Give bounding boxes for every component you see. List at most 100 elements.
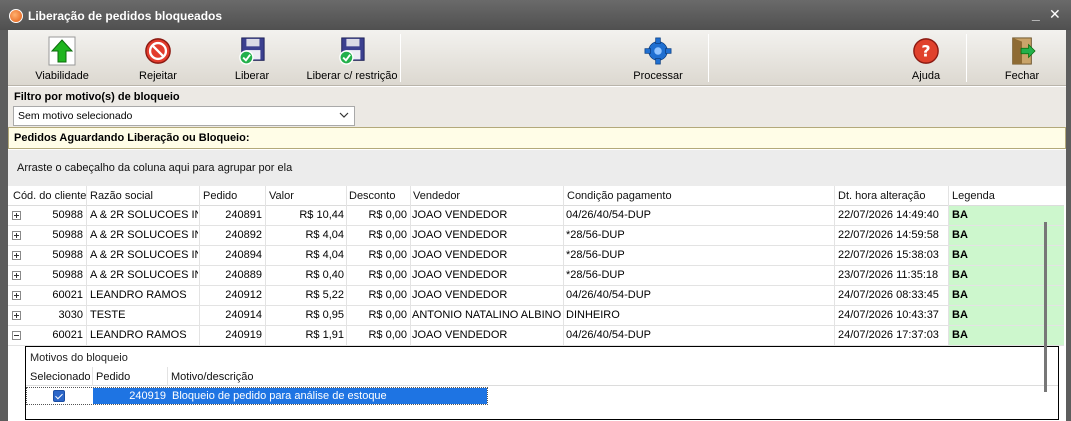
window-title: Liberação de pedidos bloqueados: [28, 9, 223, 23]
help-question-icon: ?: [913, 38, 939, 64]
reject-no-entry-icon: [145, 38, 171, 64]
valor-cell: R$ 4,04: [305, 229, 344, 241]
liberar-restricao-button[interactable]: Liberar c/ restrição: [302, 34, 402, 84]
detail-title: Motivos do bloqueio: [30, 352, 128, 364]
collapse-icon[interactable]: [12, 331, 21, 340]
detail-row[interactable]: 240919 Bloqueio de pedido para análise d…: [26, 387, 488, 405]
cliente-cell: 60021: [52, 329, 83, 341]
app-window: Liberação de pedidos bloqueados _ ✕ Viab…: [0, 0, 1071, 421]
column-divider: [834, 286, 835, 306]
expand-icon[interactable]: [12, 251, 21, 260]
column-divider: [563, 206, 564, 226]
column-divider: [199, 266, 200, 286]
expand-icon[interactable]: [12, 271, 21, 280]
table-row[interactable]: 3030 TESTE 240914 R$ 0,95 R$ 0,00 ANTONIO NAT…: [8, 306, 1064, 326]
rejeitar-label: Rejeitar: [139, 70, 177, 82]
column-divider: [410, 266, 411, 286]
column-divider: [265, 206, 266, 226]
cliente-cell: 3030: [58, 309, 83, 321]
vendedor-cell: JOAO VENDEDOR: [412, 289, 508, 301]
pedido-cell: 240891: [225, 209, 262, 221]
col-data[interactable]: Dt. hora alteração: [838, 190, 925, 202]
desconto-cell: R$ 0,00: [368, 309, 407, 321]
fechar-button[interactable]: Fechar: [986, 34, 1058, 84]
valor-cell: R$ 4,04: [305, 249, 344, 261]
viabilidade-button[interactable]: Viabilidade: [26, 34, 98, 84]
orders-grid: Cód. do cliente Razão social Pedido Valo…: [8, 186, 1066, 421]
detail-motivo-cell[interactable]: Bloqueio de pedido para análise de estoq…: [169, 388, 487, 404]
expand-icon[interactable]: [12, 231, 21, 240]
data-cell: 24/07/2026 10:43:37: [838, 309, 939, 321]
selected-checkbox[interactable]: [53, 390, 65, 402]
pedido-cell: 240892: [225, 229, 262, 241]
close-window-button[interactable]: ✕: [1049, 7, 1061, 21]
title-bar[interactable]: Liberação de pedidos bloqueados _ ✕: [0, 0, 1071, 30]
column-divider: [86, 286, 87, 306]
table-row[interactable]: 50988 A & 2R SOLUCOES INT 240891 R$ 10,44 R$…: [8, 206, 1064, 226]
processar-button[interactable]: Processar: [622, 34, 694, 84]
rejeitar-button[interactable]: Rejeitar: [122, 34, 194, 84]
column-divider: [199, 226, 200, 246]
minimize-button[interactable]: _: [1032, 7, 1040, 21]
detail-pedido-cell[interactable]: 240919: [93, 388, 169, 404]
pedido-cell: 240914: [225, 309, 262, 321]
column-divider: [834, 306, 835, 326]
table-row[interactable]: 60021 LEANDRO RAMOS 240919 R$ 1,91 R$ 0,00 JO…: [8, 326, 1064, 346]
column-divider: [346, 246, 347, 266]
expand-icon[interactable]: [12, 211, 21, 220]
valor-cell: R$ 0,40: [305, 269, 344, 281]
cliente-cell: 50988: [52, 249, 83, 261]
col-vendedor[interactable]: Vendedor: [413, 190, 460, 202]
bloqueio-detail-panel: Motivos do bloqueio Selecionado Pedido M…: [25, 346, 1059, 420]
column-divider: [834, 206, 835, 226]
table-row[interactable]: 50988 A & 2R SOLUCOES INT 240889 R$ 0,40 R$ …: [8, 266, 1064, 286]
razao-cell: A & 2R SOLUCOES INT: [90, 249, 198, 261]
column-divider: [410, 206, 411, 226]
chevron-down-icon[interactable]: [339, 108, 349, 125]
expand-icon[interactable]: [12, 311, 21, 320]
col-pedido[interactable]: Pedido: [203, 190, 237, 202]
vertical-scrollbar[interactable]: [1044, 222, 1047, 392]
liberar-button[interactable]: Liberar: [216, 34, 288, 84]
cliente-cell: 60021: [52, 289, 83, 301]
column-divider: [346, 326, 347, 346]
group-by-area[interactable]: Arraste o cabeçalho da coluna aqui para …: [8, 150, 1066, 186]
col-razao[interactable]: Razão social: [90, 190, 153, 202]
column-divider: [346, 206, 347, 226]
col-condicao[interactable]: Condição pagamento: [567, 190, 672, 202]
column-divider: [563, 326, 564, 346]
col-selecionado[interactable]: Selecionado: [30, 371, 91, 383]
liberar-label: Liberar: [234, 70, 270, 82]
column-divider: [199, 286, 200, 306]
razao-cell: A & 2R SOLUCOES INT: [90, 209, 198, 221]
valor-cell: R$ 5,22: [305, 289, 344, 301]
condicao-cell: 04/26/40/54-DUP: [566, 289, 651, 301]
desconto-cell: R$ 0,00: [368, 329, 407, 341]
floppy-check-icon: [339, 37, 365, 65]
col-cliente[interactable]: Cód. do cliente: [13, 190, 86, 202]
legenda-badge: BA: [952, 289, 968, 301]
column-divider: [410, 286, 411, 306]
col-motivo[interactable]: Motivo/descrição: [171, 371, 254, 383]
column-divider: [834, 226, 835, 246]
column-divider: [86, 306, 87, 326]
legenda-badge: BA: [952, 309, 968, 321]
table-row[interactable]: 50988 A & 2R SOLUCOES INT 240892 R$ 4,04 R$ …: [8, 226, 1064, 246]
column-divider: [265, 286, 266, 306]
col-valor[interactable]: Valor: [269, 190, 294, 202]
column-divider: [265, 186, 266, 206]
vendedor-cell: JOAO VENDEDOR: [412, 269, 508, 281]
ajuda-button[interactable]: ? Ajuda: [890, 34, 962, 84]
liberar-restricao-label: Liberar c/ restrição: [306, 70, 398, 82]
col-legenda[interactable]: Legenda: [952, 190, 995, 202]
col-detail-pedido[interactable]: Pedido: [96, 371, 130, 383]
table-row[interactable]: 60021 LEANDRO RAMOS 240912 R$ 5,22 R$ 0,00 JO…: [8, 286, 1064, 306]
column-divider: [199, 306, 200, 326]
vendedor-cell: JOAO VENDEDOR: [412, 209, 508, 221]
motivo-filter-select[interactable]: Sem motivo selecionado: [13, 106, 355, 126]
col-desconto[interactable]: Desconto: [349, 190, 395, 202]
pedido-cell: 240919: [225, 329, 262, 341]
table-row[interactable]: 50988 A & 2R SOLUCOES INT 240894 R$ 4,04 R$ …: [8, 246, 1064, 266]
expand-icon[interactable]: [12, 291, 21, 300]
column-divider: [410, 326, 411, 346]
